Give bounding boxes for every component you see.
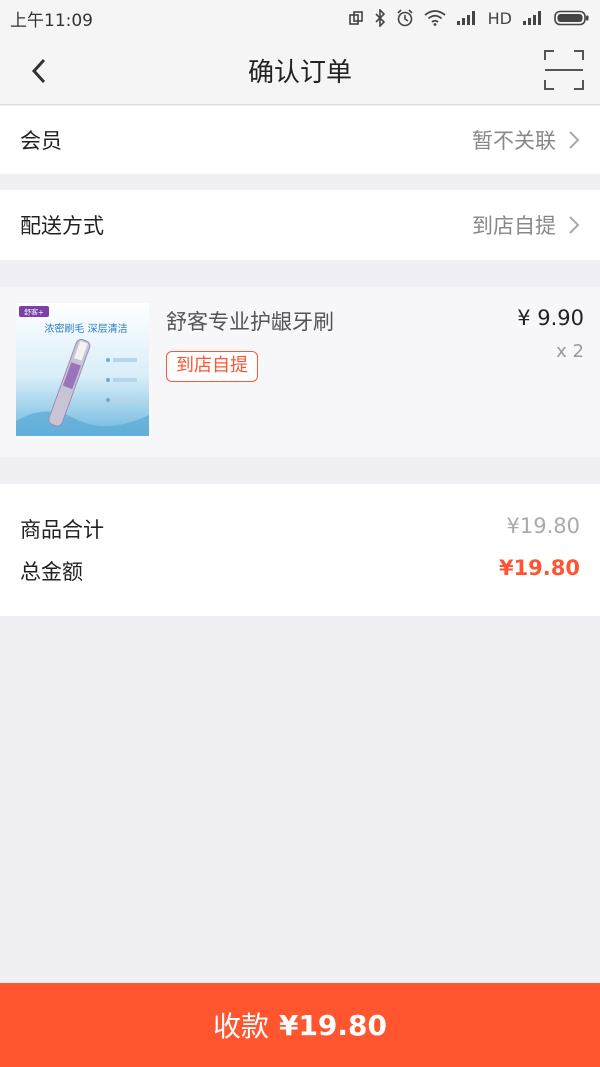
member-label: 会员 bbox=[20, 129, 62, 153]
delivery-method-row[interactable]: 配送方式 到店自提 bbox=[0, 190, 600, 260]
chevron-left-icon bbox=[31, 58, 46, 84]
wifi-icon bbox=[424, 10, 446, 26]
chevron-right-icon bbox=[569, 216, 580, 234]
bluetooth-icon bbox=[374, 9, 386, 27]
status-bar: 上午11:09 HD bbox=[0, 0, 600, 36]
image-headline-text: 浓密刷毛 深层清洁 bbox=[44, 322, 127, 335]
collect-payment-button[interactable]: 收款 ¥19.80 bbox=[0, 983, 600, 1067]
delivery-value: 到店自提 bbox=[472, 214, 556, 238]
product-image: 舒客+ 浓密刷毛 深层清洁 bbox=[16, 303, 149, 436]
product-delivery-tag: 到店自提 bbox=[166, 351, 258, 382]
delivery-label: 配送方式 bbox=[20, 214, 104, 238]
product-quantity: x 2 bbox=[556, 341, 584, 362]
pay-button-label: 收款 bbox=[212, 1010, 269, 1043]
screen-rotate-icon bbox=[348, 10, 364, 26]
product-price: ¥ 9.90 bbox=[517, 306, 584, 330]
scan-button[interactable] bbox=[542, 48, 586, 92]
product-name: 舒客专业护龈牙刷 bbox=[166, 310, 334, 334]
signal-icon bbox=[456, 10, 478, 26]
order-totals bbox=[0, 484, 600, 616]
network-type: HD bbox=[487, 8, 512, 28]
member-row[interactable]: 会员 暂不关联 bbox=[0, 106, 600, 174]
nav-bar: 确认订单 bbox=[0, 36, 600, 105]
status-icons: HD bbox=[348, 9, 590, 28]
chevron-right-icon bbox=[569, 131, 580, 149]
image-brand-text: 舒客+ bbox=[24, 308, 44, 317]
scan-icon bbox=[544, 50, 584, 90]
total-label: 总金额 bbox=[20, 560, 83, 584]
subtotal-label: 商品合计 bbox=[20, 518, 104, 542]
page-title: 确认订单 bbox=[247, 57, 352, 88]
signal-icon-secondary bbox=[522, 10, 544, 26]
total-value: ¥19.80 bbox=[498, 556, 580, 580]
pay-button-amount: ¥19.80 bbox=[278, 1008, 388, 1042]
alarm-icon bbox=[396, 9, 414, 27]
member-value: 暂不关联 bbox=[472, 129, 556, 153]
subtotal-value: ¥19.80 bbox=[506, 514, 580, 538]
battery-icon bbox=[554, 10, 590, 26]
status-time: 上午11:09 bbox=[10, 10, 93, 31]
back-button[interactable] bbox=[22, 54, 56, 88]
